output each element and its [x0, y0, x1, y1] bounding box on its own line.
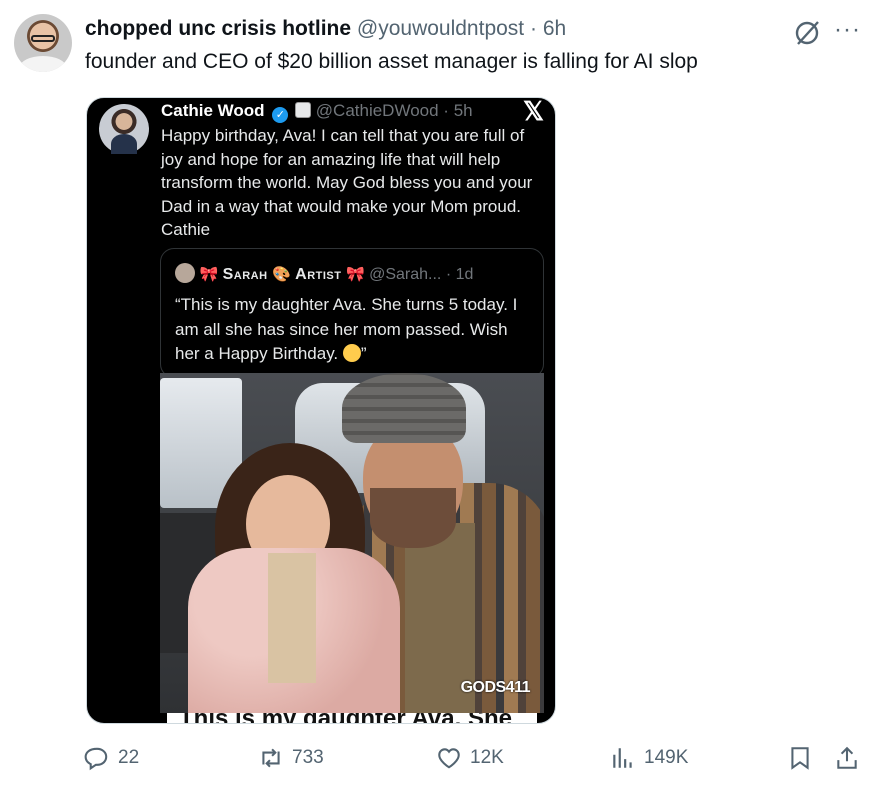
like-button[interactable]: 12K — [436, 740, 504, 776]
action-bar: 22 733 12K 149K — [0, 740, 878, 776]
x-logo-icon: 𝕏 — [523, 97, 544, 126]
quote-display-name: Sarah — [222, 266, 268, 283]
caption-fragment: This is my daughter Ava. She — [179, 713, 512, 723]
palette-icon: 🎨 — [272, 266, 291, 283]
post-time[interactable]: 6h — [543, 17, 566, 40]
bow-icon: 🎀 — [345, 266, 365, 283]
embedded-header: Cathie Wood ✓ @CathieDWood · 5h — [161, 101, 473, 123]
affiliate-badge-icon — [295, 102, 312, 118]
reply-icon — [84, 747, 108, 771]
man-beanie — [342, 373, 466, 443]
man-beard — [370, 488, 456, 548]
caption-band: This is my daughter Ava. She — [167, 713, 537, 723]
separator: · — [530, 17, 537, 40]
quote-handle: @Sarah... — [369, 266, 442, 283]
author-avatar[interactable] — [14, 14, 72, 72]
quote-time: 1d — [455, 266, 474, 283]
quoted-post: 🎀 Sarah 🎨 Artist 🎀 @Sarah... · 1d “This … — [160, 248, 544, 378]
embedded-avatar-torso — [111, 134, 137, 154]
quote-separator: · — [445, 266, 452, 283]
ai-photo: GODS411 — [160, 373, 544, 713]
share-button[interactable] — [834, 740, 860, 776]
reply-button[interactable]: 22 — [84, 740, 139, 776]
views-icon — [613, 748, 632, 768]
photo-watermark: GODS411 — [460, 679, 531, 696]
repost-icon — [262, 748, 280, 768]
girl-sweater — [268, 553, 316, 683]
post-header: chopped unc crisis hotline @youwouldntpo… — [85, 17, 566, 41]
verified-icon: ✓ — [272, 107, 289, 123]
quote-header: 🎀 Sarah 🎨 Artist 🎀 @Sarah... · 1d — [175, 263, 473, 284]
author-handle[interactable]: @youwouldntpost — [357, 17, 524, 40]
more-icon[interactable]: ··· — [834, 16, 861, 44]
embedded-separator: · — [443, 101, 449, 120]
quote-name-suffix: Artist — [295, 266, 342, 283]
embedded-avatar — [99, 104, 149, 154]
share-icon — [837, 746, 857, 769]
embedded-text: Happy birthday, Ava! I can tell that you… — [161, 126, 533, 239]
bookmark-button[interactable] — [787, 740, 813, 776]
post-media[interactable]: Cathie Wood ✓ @CathieDWood · 5h 𝕏 Happy … — [86, 97, 556, 724]
like-count: 12K — [470, 747, 504, 768]
views-button[interactable]: 149K — [610, 740, 688, 776]
embedded-time: 5h — [453, 101, 473, 120]
like-icon — [438, 748, 460, 769]
grok-icon[interactable] — [792, 18, 822, 48]
avatar-shirt — [20, 56, 66, 72]
bookmark-icon — [791, 747, 809, 770]
quote-text-end: ” — [360, 344, 367, 363]
repost-button[interactable]: 733 — [258, 740, 324, 776]
repost-count: 733 — [292, 747, 324, 768]
embedded-handle: @CathieDWood — [315, 101, 439, 120]
embedded-display-name: Cathie Wood — [161, 101, 265, 120]
quote-text: “This is my daughter Ava. She turns 5 to… — [175, 293, 535, 367]
quote-avatar-icon — [175, 263, 195, 283]
birthday-face-icon — [342, 344, 361, 362]
reply-count: 22 — [118, 747, 140, 768]
views-count: 149K — [644, 747, 689, 768]
avatar-glasses — [31, 35, 55, 42]
bow-icon: 🎀 — [199, 266, 219, 283]
post-text: founder and CEO of $20 billion asset man… — [85, 50, 698, 73]
author-display-name[interactable]: chopped unc crisis hotline — [85, 17, 351, 40]
